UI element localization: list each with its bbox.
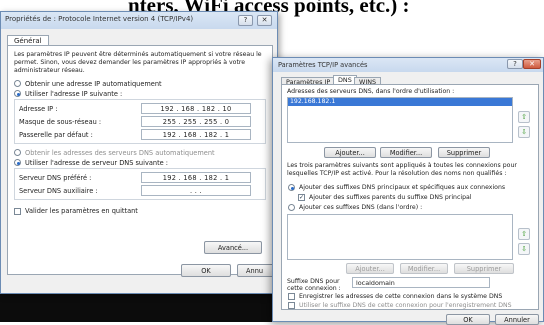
radio-auto-ip[interactable]: Obtenir une adresse IP automatiquement xyxy=(14,79,266,88)
validate-label: Valider les paramètres en quittant xyxy=(25,207,138,215)
ipv4-dialog-title: Propriétés de : Protocole Internet versi… xyxy=(5,15,194,23)
radio-auto-dns-label: Obtenir les adresses des serveurs DNS au… xyxy=(25,148,215,157)
radio-auto-dns[interactable]: Obtenir les adresses des serveurs DNS au… xyxy=(14,148,266,157)
suffix-info-text: Les trois paramètres suivants sont appli… xyxy=(287,162,517,177)
radio-manual-dns-label: Utiliser l'adresse de serveur DNS suivan… xyxy=(25,158,169,167)
dns-list-label: Adresses des serveurs DNS, dans l'ordre … xyxy=(287,88,455,95)
radio-primary-suffixes-indicator[interactable] xyxy=(288,184,295,191)
radio-manual-ip[interactable]: Utiliser l'adresse IP suivante : xyxy=(14,89,266,98)
radio-primary-suffixes[interactable]: Ajouter des suffixes DNS principaux et s… xyxy=(288,183,505,192)
check-parent-suffixes[interactable]: ✓ Ajouter des suffixes parents du suffix… xyxy=(298,193,472,202)
ok-button[interactable]: OK xyxy=(181,264,231,277)
dns-server-item[interactable]: 192.168.182.1 xyxy=(288,98,512,106)
move-down-icon[interactable]: ⇩ xyxy=(518,126,530,138)
suffix-move-up-icon[interactable]: ⇧ xyxy=(518,228,530,240)
preferred-dns-field[interactable]: 192 . 168 . 182 . 1 xyxy=(141,172,251,183)
register-checkbox[interactable] xyxy=(288,293,295,300)
add-dns-button[interactable]: Ajouter... xyxy=(324,147,376,158)
close-button[interactable]: ✕ xyxy=(257,15,272,26)
advanced-cancel-button[interactable]: Annuler xyxy=(495,314,539,325)
ip-address-row: Adresse IP : 192 . 168 . 182 . 10 xyxy=(19,102,261,115)
ip-address-field[interactable]: 192 . 168 . 182 . 10 xyxy=(141,103,251,114)
radio-auto-ip-indicator[interactable] xyxy=(14,80,21,87)
radio-auto-ip-label: Obtenir une adresse IP automatiquement xyxy=(25,79,162,88)
radio-manual-dns-indicator[interactable] xyxy=(14,159,21,166)
register-in-dns[interactable]: Enregistrer les adresses de cette connex… xyxy=(288,292,502,301)
dns-panel: Adresses des serveurs DNS, dans l'ordre … xyxy=(281,84,539,310)
alternate-dns-row: Serveur DNS auxiliaire : . . . xyxy=(19,184,261,197)
alternate-dns-field[interactable]: . . . xyxy=(141,185,251,196)
gateway-field[interactable]: 192 . 168 . 182 . 1 xyxy=(141,129,251,140)
dns-server-list[interactable]: 192.168.182.1 xyxy=(287,97,513,143)
advanced-button[interactable]: Avancé... xyxy=(204,241,262,254)
ip-address-group: Adresse IP : 192 . 168 . 182 . 10 Masque… xyxy=(14,99,266,144)
suffix-list[interactable] xyxy=(287,214,513,260)
subnet-mask-row: Masque de sous-réseau : 255 . 255 . 255 … xyxy=(19,115,261,128)
ipv4-properties-dialog: Propriétés de : Protocole Internet versi… xyxy=(0,11,287,294)
use-suffix-checkbox[interactable] xyxy=(288,302,295,309)
close-button[interactable]: ✕ xyxy=(523,59,541,69)
radio-manual-ip-indicator[interactable] xyxy=(14,90,21,97)
delete-suffix-button[interactable]: Supprimer xyxy=(454,263,514,274)
advanced-tcpip-dialog: Paramètres TCP/IP avancés ? ✕ Paramètres… xyxy=(272,57,544,325)
subnet-mask-field[interactable]: 255 . 255 . 255 . 0 xyxy=(141,116,251,127)
dns-server-group: Serveur DNS préféré : 192 . 168 . 182 . … xyxy=(14,168,266,200)
connection-suffix-input[interactable]: localdomain xyxy=(352,277,490,288)
radio-these-suffixes[interactable]: Ajouter ces suffixes DNS (dans l'ordre) … xyxy=(288,203,422,212)
validate-on-exit[interactable]: Valider les paramètres en quittant xyxy=(14,206,266,216)
advanced-dialog-title: Paramètres TCP/IP avancés xyxy=(278,61,368,69)
modify-dns-button[interactable]: Modifier... xyxy=(380,147,432,158)
gateway-row: Passerelle par défaut : 192 . 168 . 182 … xyxy=(19,128,261,141)
move-up-icon[interactable]: ⇧ xyxy=(518,111,530,123)
radio-auto-dns-indicator[interactable] xyxy=(14,149,21,156)
ipv4-general-panel: Les paramètres IP peuvent être déterminé… xyxy=(7,45,273,275)
delete-dns-button[interactable]: Supprimer xyxy=(438,147,490,158)
suffix-move-down-icon[interactable]: ⇩ xyxy=(518,243,530,255)
radio-manual-dns[interactable]: Utiliser l'adresse de serveur DNS suivan… xyxy=(14,158,266,167)
radio-primary-suffixes-label: Ajouter des suffixes DNS principaux et s… xyxy=(299,184,506,191)
advanced-dialog-titlebar: Paramètres TCP/IP avancés ? ✕ xyxy=(273,58,543,72)
preferred-dns-row: Serveur DNS préféré : 192 . 168 . 182 . … xyxy=(19,171,261,184)
advanced-ok-button[interactable]: OK xyxy=(446,314,490,325)
connection-suffix-label: Suffixe DNS pour cette connexion : xyxy=(287,278,341,292)
help-button[interactable]: ? xyxy=(238,15,253,26)
ip-description: Les paramètres IP peuvent être déterminé… xyxy=(14,51,262,74)
add-suffix-button[interactable]: Ajouter... xyxy=(346,263,394,274)
use-suffix-in-registration[interactable]: Utiliser le suffixe DNS de cette connexi… xyxy=(288,301,512,310)
parent-suffixes-label: Ajouter des suffixes parents du suffixe … xyxy=(309,194,472,201)
help-button[interactable]: ? xyxy=(507,59,523,69)
radio-these-suffixes-label: Ajouter ces suffixes DNS (dans l'ordre) … xyxy=(299,204,423,211)
modify-suffix-button[interactable]: Modifier... xyxy=(400,263,448,274)
validate-checkbox[interactable] xyxy=(14,207,21,215)
parent-suffixes-checkbox[interactable]: ✓ xyxy=(298,194,305,201)
ipv4-dialog-titlebar: Propriétés de : Protocole Internet versi… xyxy=(1,12,277,29)
radio-these-suffixes-indicator[interactable] xyxy=(288,204,295,211)
use-suffix-label: Utiliser le suffixe DNS de cette connexi… xyxy=(299,302,512,309)
radio-manual-ip-label: Utiliser l'adresse IP suivante : xyxy=(25,89,123,98)
register-label: Enregistrer les adresses de cette connex… xyxy=(299,293,503,300)
